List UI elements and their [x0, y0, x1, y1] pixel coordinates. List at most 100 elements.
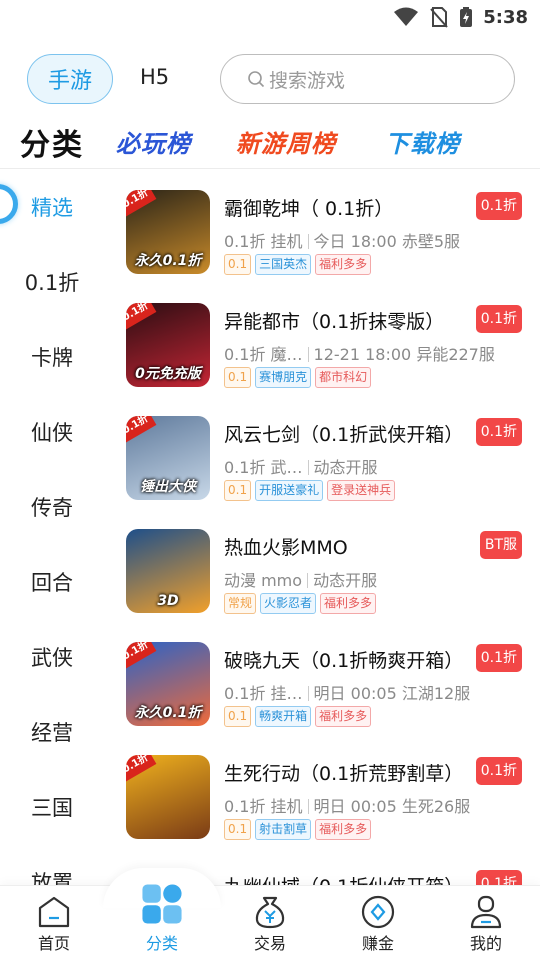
- sidebar-item-discount[interactable]: 0.1折: [0, 267, 104, 297]
- game-discount-badge: 0.1折: [475, 757, 522, 785]
- game-discount-badge: 0.1折: [475, 305, 522, 333]
- nav-home[interactable]: 首页: [0, 886, 108, 960]
- game-meta: 动漫 mmo 动态开服: [224, 567, 377, 591]
- game-icon[interactable]: 0.1折: [126, 755, 210, 839]
- meta-separator: [307, 347, 309, 362]
- category-grid-icon: [142, 884, 182, 924]
- nav-label: 赚金: [361, 934, 394, 953]
- game-tag: 火影忍者: [260, 593, 317, 614]
- game-title: 破晓九天（0.1折畅爽开箱）: [224, 650, 464, 672]
- game-icon-caption: 0元免充版: [135, 366, 201, 382]
- game-server-info: 动态开服: [313, 458, 378, 477]
- discount-corner-label: 0.1折: [126, 642, 157, 669]
- game-meta: 0.1折 武… 动态开服: [224, 454, 378, 478]
- game-genre: 动漫 mmo: [224, 571, 303, 590]
- must-play-ranking-link[interactable]: 必玩榜: [116, 124, 191, 159]
- meta-separator: [307, 234, 309, 249]
- game-title: 霸御乾坤（ 0.1折）: [224, 198, 394, 220]
- game-list-item[interactable]: 0.1折 生死行动（0.1折荒野割草） 0.1折 0.1折 挂机 明日 00:05 生死…: [108, 735, 540, 848]
- game-icon[interactable]: 3D: [126, 529, 210, 613]
- game-title: 风云七剑（0.1折武侠开箱）: [224, 424, 464, 446]
- battery-charging-icon: [460, 7, 473, 27]
- sidebar-item-turn-based[interactable]: 回合: [0, 567, 104, 597]
- search-icon: [248, 71, 265, 88]
- game-icon-caption: 3D: [157, 593, 179, 609]
- game-tag: 0.1: [224, 480, 252, 501]
- meta-separator: [307, 799, 309, 814]
- game-icon-caption: 永久0.1折: [134, 705, 202, 721]
- game-tag: 射击割草: [255, 819, 312, 840]
- discount-corner-label: 0.1折: [126, 303, 157, 330]
- game-icon[interactable]: 0.1折永久0.1折: [126, 190, 210, 274]
- nav-label: 我的: [469, 934, 502, 953]
- game-icon-caption: 永久0.1折: [134, 253, 202, 269]
- game-genre: 0.1折 魔…: [224, 345, 303, 364]
- game-server-info: 12-21 18:00 异能227服: [313, 345, 495, 364]
- tab-h5[interactable]: H5: [140, 65, 169, 89]
- game-discount-badge: 0.1折: [475, 644, 522, 672]
- game-server-info: 明日 00:05 生死26服: [313, 797, 471, 816]
- game-list-item[interactable]: 3D 热血火影MMO BT服 动漫 mmo 动态开服 常规 火影忍者 福利多多: [108, 509, 540, 622]
- tab-mobile-games[interactable]: 手游: [27, 54, 113, 104]
- game-tags: 0.1 赛博朋克 都市科幻: [224, 367, 372, 388]
- game-tag: 都市科幻: [315, 367, 372, 388]
- game-tag: 0.1: [224, 819, 252, 840]
- game-list-item[interactable]: 0.1折 0元免充版 异能都市（0.1折抹零版） 0.1折 0.1折 魔… 12-21 1…: [108, 283, 540, 396]
- category-title-row: 分类 必玩榜 新游周榜 下载榜: [0, 118, 540, 164]
- discount-corner-label: 0.1折: [126, 190, 157, 217]
- game-tag: 三国英杰: [255, 254, 312, 275]
- sidebar-item-featured[interactable]: 精选: [0, 192, 104, 222]
- sidebar-item-idle[interactable]: 放置: [0, 867, 104, 885]
- game-discount-badge: BT服: [479, 531, 522, 559]
- search-placeholder: 搜索游戏: [269, 69, 346, 92]
- new-games-weekly-ranking-link[interactable]: 新游周榜: [236, 124, 336, 159]
- game-tag: 开服送豪礼: [255, 480, 324, 501]
- game-list-item[interactable]: 0.1折 永久0.1折 破晓九天（0.1折畅爽开箱） 0.1折 0.1折 挂… 明日 00…: [108, 622, 540, 735]
- game-icon-caption: 锤出大侠: [140, 479, 196, 495]
- nav-profile[interactable]: 我的: [432, 886, 540, 960]
- nav-label: 分类: [145, 934, 178, 953]
- sidebar-item-xianxia[interactable]: 仙侠: [0, 417, 104, 447]
- game-tag: 福利多多: [315, 819, 372, 840]
- status-time: 5:38: [483, 6, 528, 28]
- top-header: 手游 H5 搜索游戏: [0, 50, 540, 110]
- game-icon[interactable]: 0.1折 锤出大侠: [126, 416, 210, 500]
- game-icon[interactable]: 0.1折 0元免充版: [126, 303, 210, 387]
- bottom-nav: 首页 分类 交易 赚金 我的: [0, 868, 540, 960]
- meta-separator: [307, 460, 309, 475]
- game-tag: 0.1: [224, 706, 252, 727]
- game-tag: 常规: [224, 593, 257, 614]
- nav-label: 交易: [253, 934, 286, 953]
- status-bar: 5:38: [0, 0, 540, 38]
- download-ranking-link[interactable]: 下载榜: [385, 124, 460, 159]
- nav-earn[interactable]: 赚金: [324, 886, 432, 960]
- game-discount-badge: 0.1折: [475, 870, 522, 885]
- nav-label: 首页: [37, 934, 70, 953]
- game-tags: 常规 火影忍者 福利多多: [224, 593, 377, 614]
- game-tag: 登录送神兵: [327, 480, 396, 501]
- sidebar-item-legend[interactable]: 传奇: [0, 492, 104, 522]
- nav-trade[interactable]: 交易: [216, 886, 324, 960]
- game-genre: 0.1折 武…: [224, 458, 303, 477]
- wifi-icon: [394, 7, 419, 26]
- sidebar-item-wuxia[interactable]: 武侠: [0, 642, 104, 672]
- game-tag: 0.1: [224, 254, 252, 275]
- game-tag: 0.1: [224, 367, 252, 388]
- game-icon[interactable]: 0.1折永久0.1折: [126, 642, 210, 726]
- game-discount-badge: 0.1折: [475, 192, 522, 220]
- game-list-item[interactable]: 0.1折 锤出大侠 风云七剑（0.1折武侠开箱） 0.1折 0.1折 武… 动态开服 0.1…: [108, 396, 540, 509]
- page-title: 分类: [20, 128, 84, 163]
- discount-corner-label: 0.1折: [126, 755, 157, 782]
- game-tag: 福利多多: [320, 593, 377, 614]
- search-input[interactable]: 搜索游戏: [220, 54, 515, 104]
- sidebar-item-card[interactable]: 卡牌: [0, 342, 104, 372]
- sidebar-item-management[interactable]: 经营: [0, 717, 104, 747]
- sidebar-item-three-kingdoms[interactable]: 三国: [0, 792, 104, 822]
- nav-category[interactable]: 分类: [108, 884, 216, 960]
- game-title: 异能都市（0.1折抹零版）: [224, 311, 445, 333]
- game-tags: 0.1 三国英杰 福利多多: [224, 254, 372, 275]
- category-sidebar: 精选 0.1折 卡牌 仙侠 传奇 回合 武侠 经营 三国 放置: [0, 170, 104, 885]
- game-list-item[interactable]: 0.1折 永久0.1折 霸御乾坤（ 0.1折） 0.1折 0.1折 挂机 今日 18:00…: [108, 170, 540, 283]
- game-title: 生死行动（0.1折荒野割草）: [224, 763, 464, 785]
- game-tag: 赛博朋克: [255, 367, 312, 388]
